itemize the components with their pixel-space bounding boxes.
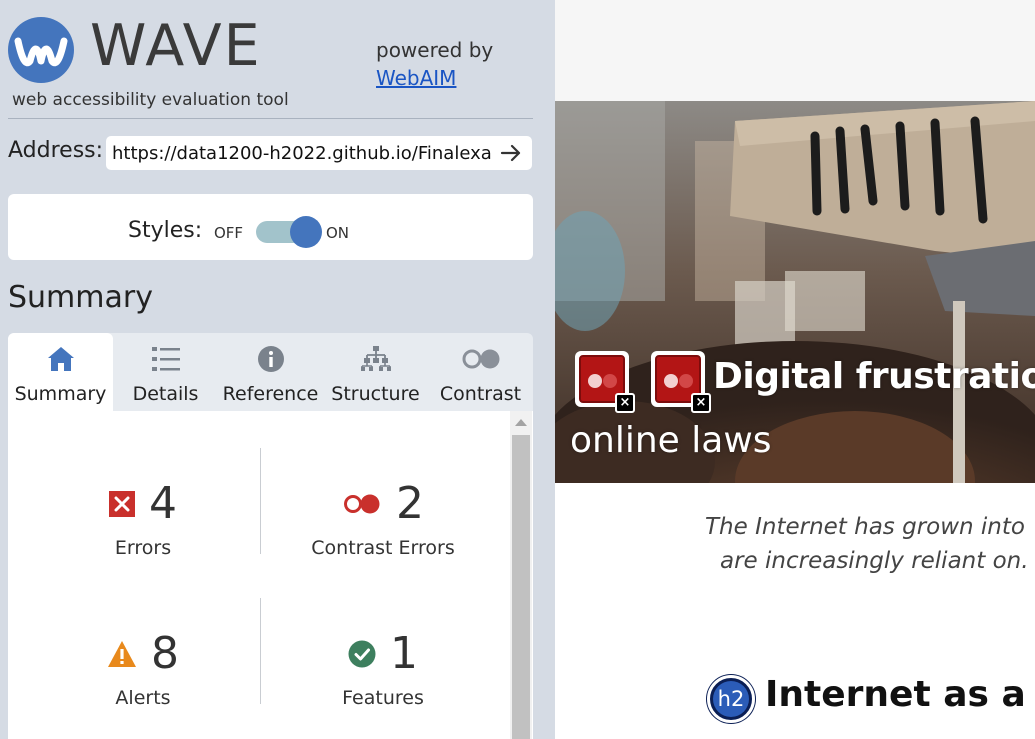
feature-check-icon	[348, 640, 376, 668]
heading-level-badge-icon[interactable]: h2	[707, 675, 755, 723]
intro-text: The Internet has grown into	[705, 514, 1025, 540]
styles-toggle[interactable]	[256, 216, 322, 248]
features-count: 1	[390, 628, 418, 679]
tab-details[interactable]: Details	[113, 333, 218, 411]
contrast-errors-count: 2	[396, 478, 424, 529]
tab-structure[interactable]: Structure	[323, 333, 428, 411]
heading-level-label: h2	[713, 681, 749, 717]
tab-structure-label: Structure	[331, 383, 420, 405]
scrollbar-thumb[interactable]	[512, 435, 530, 739]
panel-scrollbar[interactable]	[510, 411, 532, 739]
section-heading: Internet as a to	[765, 674, 1035, 715]
stats-divider	[260, 448, 261, 554]
styles-off-label: OFF	[214, 224, 244, 242]
contrast-errors-label: Contrast Errors	[311, 537, 455, 559]
wave-logo-icon	[8, 17, 74, 83]
app-tagline: web accessibility evaluation tool	[12, 90, 289, 110]
tab-reference-label: Reference	[222, 383, 319, 405]
errors-count: 4	[149, 478, 177, 529]
address-input[interactable]	[112, 140, 492, 166]
list-icon	[151, 347, 180, 371]
webaim-link[interactable]: WebAIM	[376, 66, 456, 90]
intro-text: are increasingly reliant on.	[720, 548, 1029, 574]
address-field	[106, 136, 532, 170]
errors-label: Errors	[114, 537, 172, 559]
features-label: Features	[342, 687, 424, 709]
info-icon	[257, 346, 284, 372]
tab-summary[interactable]: Summary	[8, 333, 113, 411]
address-label: Address:	[8, 138, 104, 163]
contrast-error-badge-icon[interactable]: ×	[651, 351, 711, 413]
contrast-error-badge-icon[interactable]: ×	[575, 351, 635, 413]
alerts-count: 8	[151, 628, 179, 679]
tab-details-label: Details	[132, 383, 199, 405]
tab-contrast-label: Contrast	[439, 383, 522, 405]
scroll-up-arrow-icon[interactable]	[515, 419, 527, 426]
hero-title: Digital frustration	[713, 356, 1035, 397]
alert-icon	[108, 641, 136, 667]
header-divider	[8, 118, 533, 119]
tab-summary-label: Summary	[14, 383, 107, 405]
styles-panel: Styles: OFF ON	[8, 194, 533, 260]
contrast-icon	[462, 349, 499, 369]
styles-label: Styles:	[128, 218, 203, 243]
page-preview: × × Digital frustration online laws The …	[555, 0, 1035, 739]
contrast-error-icon	[344, 494, 380, 514]
close-icon: ×	[615, 393, 635, 413]
summary-heading: Summary	[8, 280, 153, 315]
styles-on-label: ON	[326, 224, 350, 242]
summary-panel: 4 Errors 2 Contrast Errors 8 Alerts 1 Fe…	[8, 411, 533, 739]
stats-divider	[260, 598, 261, 704]
hero-subtitle: online laws	[570, 420, 772, 461]
panel-tabs: Summary Details Reference Structure Cont…	[8, 333, 533, 411]
app-title: WAVE	[90, 13, 262, 79]
preview-top-bar	[555, 0, 1035, 101]
arrow-right-icon[interactable]	[500, 142, 522, 164]
close-icon: ×	[691, 393, 711, 413]
wave-sidebar: WAVE web accessibility evaluation tool p…	[0, 0, 555, 739]
tab-reference[interactable]: Reference	[218, 333, 323, 411]
alerts-label: Alerts	[115, 687, 171, 709]
error-icon	[109, 491, 135, 517]
tab-contrast[interactable]: Contrast	[428, 333, 533, 411]
home-icon	[47, 347, 74, 371]
powered-by-text: powered by	[376, 38, 494, 62]
structure-icon	[360, 346, 391, 371]
toggle-knob[interactable]	[290, 216, 322, 248]
